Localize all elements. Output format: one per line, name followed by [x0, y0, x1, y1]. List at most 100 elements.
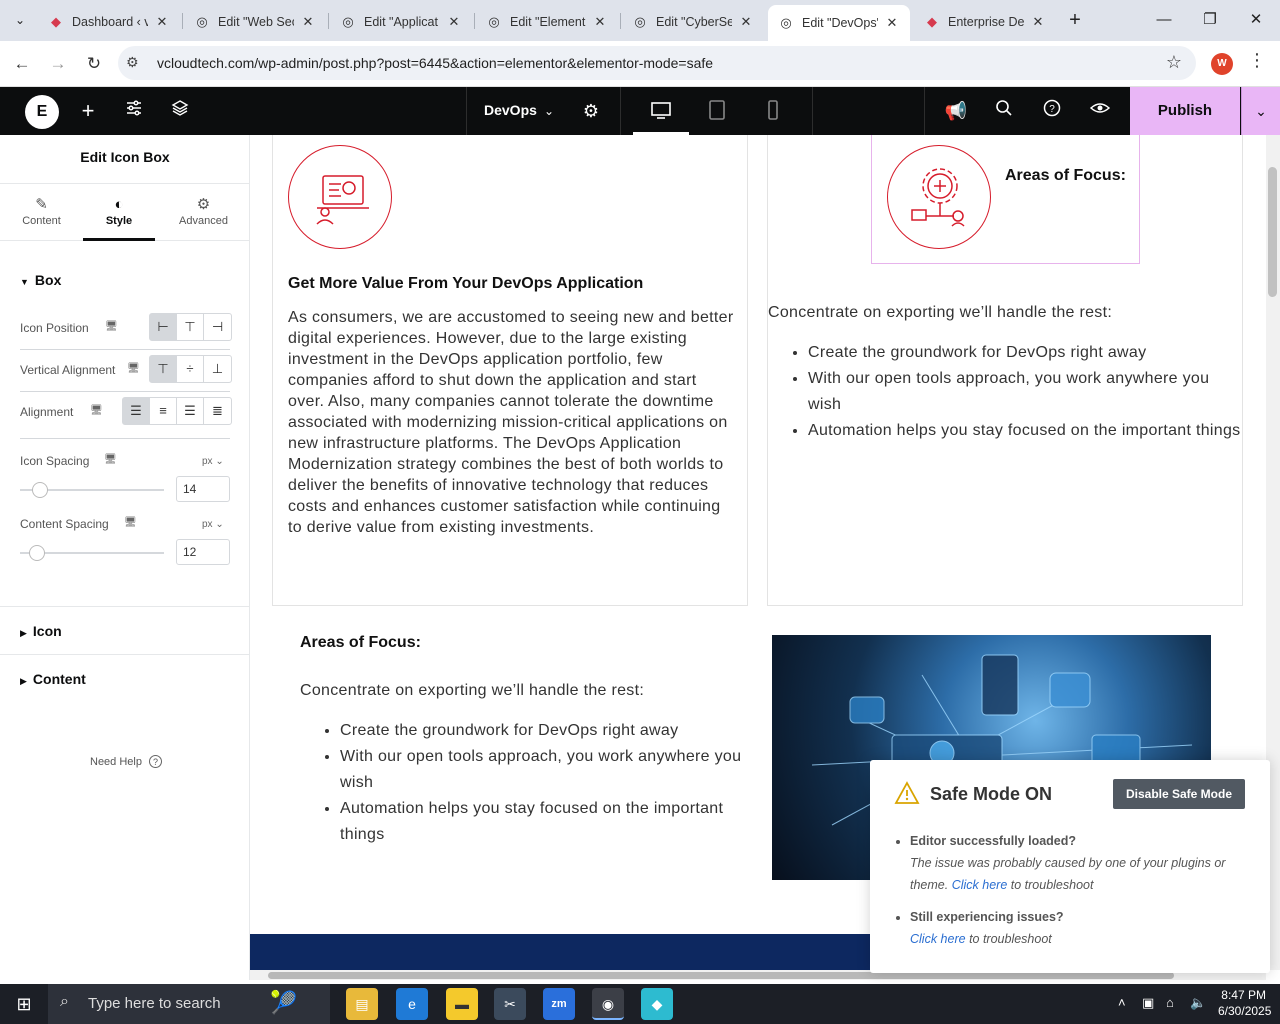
align-justify-button[interactable]: ≣ — [204, 398, 231, 424]
page-settings-gear-icon[interactable]: ⚙ — [579, 99, 603, 123]
tray-notification-app-icon[interactable]: ▣ — [1142, 995, 1154, 1011]
left-card[interactable]: Get More Value From Your DevOps Applicat… — [272, 135, 748, 606]
chevron-down-icon[interactable]: ⌄ — [537, 99, 561, 123]
taskbar-search[interactable]: ⌕ Type here to search 🎾 — [48, 984, 330, 1024]
responsive-monitor-icon[interactable]: 🖥 — [90, 405, 103, 416]
close-tab-icon[interactable]: ✕ — [446, 14, 462, 30]
omnibox[interactable]: ⚙ vcloudtech.com/wp-admin/post.php?post=… — [118, 46, 1196, 80]
profile-avatar[interactable]: W — [1211, 53, 1233, 75]
section-icon-header[interactable]: ▶ Icon — [20, 623, 62, 639]
areas-intro-text[interactable]: Concentrate on exporting we’ll handle th… — [300, 680, 750, 701]
card-body-text[interactable]: As consumers, we are accustomed to seein… — [288, 307, 734, 538]
file-explorer-icon[interactable]: ▤ — [346, 988, 378, 1020]
close-tab-icon[interactable]: ✕ — [1030, 14, 1046, 30]
layers-icon[interactable] — [168, 99, 192, 123]
notifications-megaphone-icon[interactable]: 📢 — [944, 99, 968, 123]
icon-box-title[interactable]: Areas of Focus: — [1005, 167, 1126, 185]
icon-spacing-unit-select[interactable]: px ⌄ — [202, 456, 224, 467]
browser-tab[interactable]: ◆ Enterprise De ✕ — [914, 7, 1056, 36]
troubleshoot-link[interactable]: Click here — [910, 932, 966, 946]
content-spacing-slider[interactable] — [20, 545, 164, 561]
publish-options-chevron-icon[interactable]: ⌄ — [1241, 87, 1280, 135]
close-tab-icon[interactable]: ✕ — [884, 15, 900, 31]
align-right-button[interactable]: ☰ — [177, 398, 204, 424]
browser-menu-icon[interactable]: ⋮ — [1248, 50, 1266, 71]
forward-arrow-icon[interactable]: → — [44, 50, 72, 78]
tablet-device-icon[interactable] — [705, 99, 729, 123]
close-tab-icon[interactable]: ✕ — [154, 14, 170, 30]
responsive-monitor-icon[interactable]: 🖥 — [124, 517, 137, 528]
new-tab-button[interactable]: + — [1053, 6, 1097, 34]
right-card[interactable]: Areas of Focus: Concentrate on exporting… — [767, 135, 1243, 606]
windows-start-icon[interactable]: ⊞ — [8, 988, 40, 1020]
tab-style[interactable]: ◐ Style — [83, 184, 155, 241]
need-help-link[interactable]: Need Help ? — [90, 755, 163, 768]
slider-handle[interactable] — [32, 482, 48, 498]
browser-tab[interactable]: ◎ Edit "Web Sec ✕ — [184, 7, 326, 36]
chrome-browser-icon[interactable]: ◉ — [592, 988, 624, 1020]
app-diamond-icon[interactable]: ◆ — [641, 988, 673, 1020]
horizontal-scroll-thumb[interactable] — [268, 972, 1174, 979]
browser-tab[interactable]: ◎ Edit "Element ✕ — [476, 7, 618, 36]
network-icon[interactable]: ⌂ — [1166, 995, 1174, 1010]
responsive-monitor-icon[interactable]: 🖥 — [104, 454, 117, 465]
icon-spacing-input[interactable]: 14 — [176, 476, 230, 502]
browser-tab[interactable]: ◎ Edit "CyberSe ✕ — [622, 7, 764, 36]
back-arrow-icon[interactable]: ← — [8, 50, 36, 78]
url-text[interactable]: vcloudtech.com/wp-admin/post.php?post=64… — [157, 55, 713, 71]
align-bottom-button[interactable]: ⊥ — [204, 356, 231, 382]
troubleshoot-link[interactable]: Click here — [952, 878, 1008, 892]
focus-intro-text[interactable]: Concentrate on exporting we’ll handle th… — [768, 302, 1238, 323]
icon-spacing-slider[interactable] — [20, 482, 164, 498]
icon-circle[interactable] — [288, 145, 392, 249]
volume-icon[interactable]: 🔈 — [1190, 995, 1206, 1011]
align-top-button[interactable]: ⊤ — [150, 356, 177, 382]
reload-icon[interactable]: ↻ — [80, 50, 108, 78]
tab-content[interactable]: ✎ Content — [0, 184, 83, 241]
areas-heading[interactable]: Areas of Focus: — [300, 634, 421, 652]
icon-position-left-button[interactable]: ⊢ — [150, 314, 177, 340]
taskbar-clock[interactable]: 8:47 PM 6/30/2025 — [1218, 988, 1271, 1018]
bookmark-star-icon[interactable]: ☆ — [1166, 52, 1182, 73]
close-tab-icon[interactable]: ✕ — [738, 14, 754, 30]
search-icon[interactable] — [992, 99, 1016, 123]
slider-handle[interactable] — [29, 545, 45, 561]
icon-circle[interactable] — [887, 145, 991, 249]
close-window-button[interactable]: ✕ — [1234, 6, 1278, 34]
snipping-tool-icon[interactable]: ✂ — [494, 988, 526, 1020]
zoom-app-icon[interactable]: zm — [543, 988, 575, 1020]
section-content-header[interactable]: ▶ Content — [20, 671, 86, 687]
browser-tab-active[interactable]: ◎ Edit "DevOps" ✕ — [768, 5, 910, 41]
site-info-icon[interactable]: ⚙ — [126, 54, 139, 71]
edge-browser-icon[interactable]: e — [396, 988, 428, 1020]
areas-bullet-list[interactable]: Create the groundwork for DevOps right a… — [300, 718, 750, 848]
responsive-monitor-icon[interactable]: 🖥 — [105, 321, 118, 332]
align-middle-button[interactable]: ÷ — [177, 356, 204, 382]
page-name[interactable]: DevOps — [484, 102, 537, 118]
sticky-notes-icon[interactable]: ▬ — [446, 988, 478, 1020]
content-spacing-unit-select[interactable]: px ⌄ — [202, 519, 224, 530]
vertical-scroll-thumb[interactable] — [1268, 167, 1277, 297]
tray-chevron-icon[interactable]: ˄ — [1118, 995, 1126, 1010]
restore-button[interactable]: ❐ — [1188, 6, 1232, 34]
content-spacing-input[interactable]: 12 — [176, 539, 230, 565]
mobile-device-icon[interactable] — [761, 99, 785, 123]
publish-button[interactable]: Publish — [1130, 87, 1240, 135]
card-heading[interactable]: Get More Value From Your DevOps Applicat… — [288, 275, 643, 293]
minimize-button[interactable]: — — [1142, 6, 1186, 34]
section-box-header[interactable]: ▼ Box — [20, 272, 61, 288]
disable-safe-mode-button[interactable]: Disable Safe Mode — [1113, 779, 1245, 809]
browser-tab[interactable]: ◎ Edit "Applicat ✕ — [330, 7, 472, 36]
icon-position-top-button[interactable]: ⊤ — [177, 314, 204, 340]
browser-tab[interactable]: ◆ Dashboard ‹ v ✕ — [38, 7, 180, 36]
help-icon[interactable]: ? — [1040, 99, 1064, 123]
site-settings-icon[interactable] — [122, 99, 146, 123]
desktop-device-icon[interactable] — [649, 99, 673, 123]
responsive-monitor-icon[interactable]: 🖥 — [127, 363, 140, 374]
focus-bullet-list[interactable]: Create the groundwork for DevOps right a… — [768, 340, 1243, 444]
add-element-icon[interactable]: + — [76, 99, 100, 123]
tab-search-button[interactable]: ⌄ — [4, 6, 36, 34]
elementor-logo[interactable]: E — [25, 95, 59, 129]
preview-eye-icon[interactable] — [1088, 99, 1112, 123]
close-tab-icon[interactable]: ✕ — [300, 14, 316, 30]
